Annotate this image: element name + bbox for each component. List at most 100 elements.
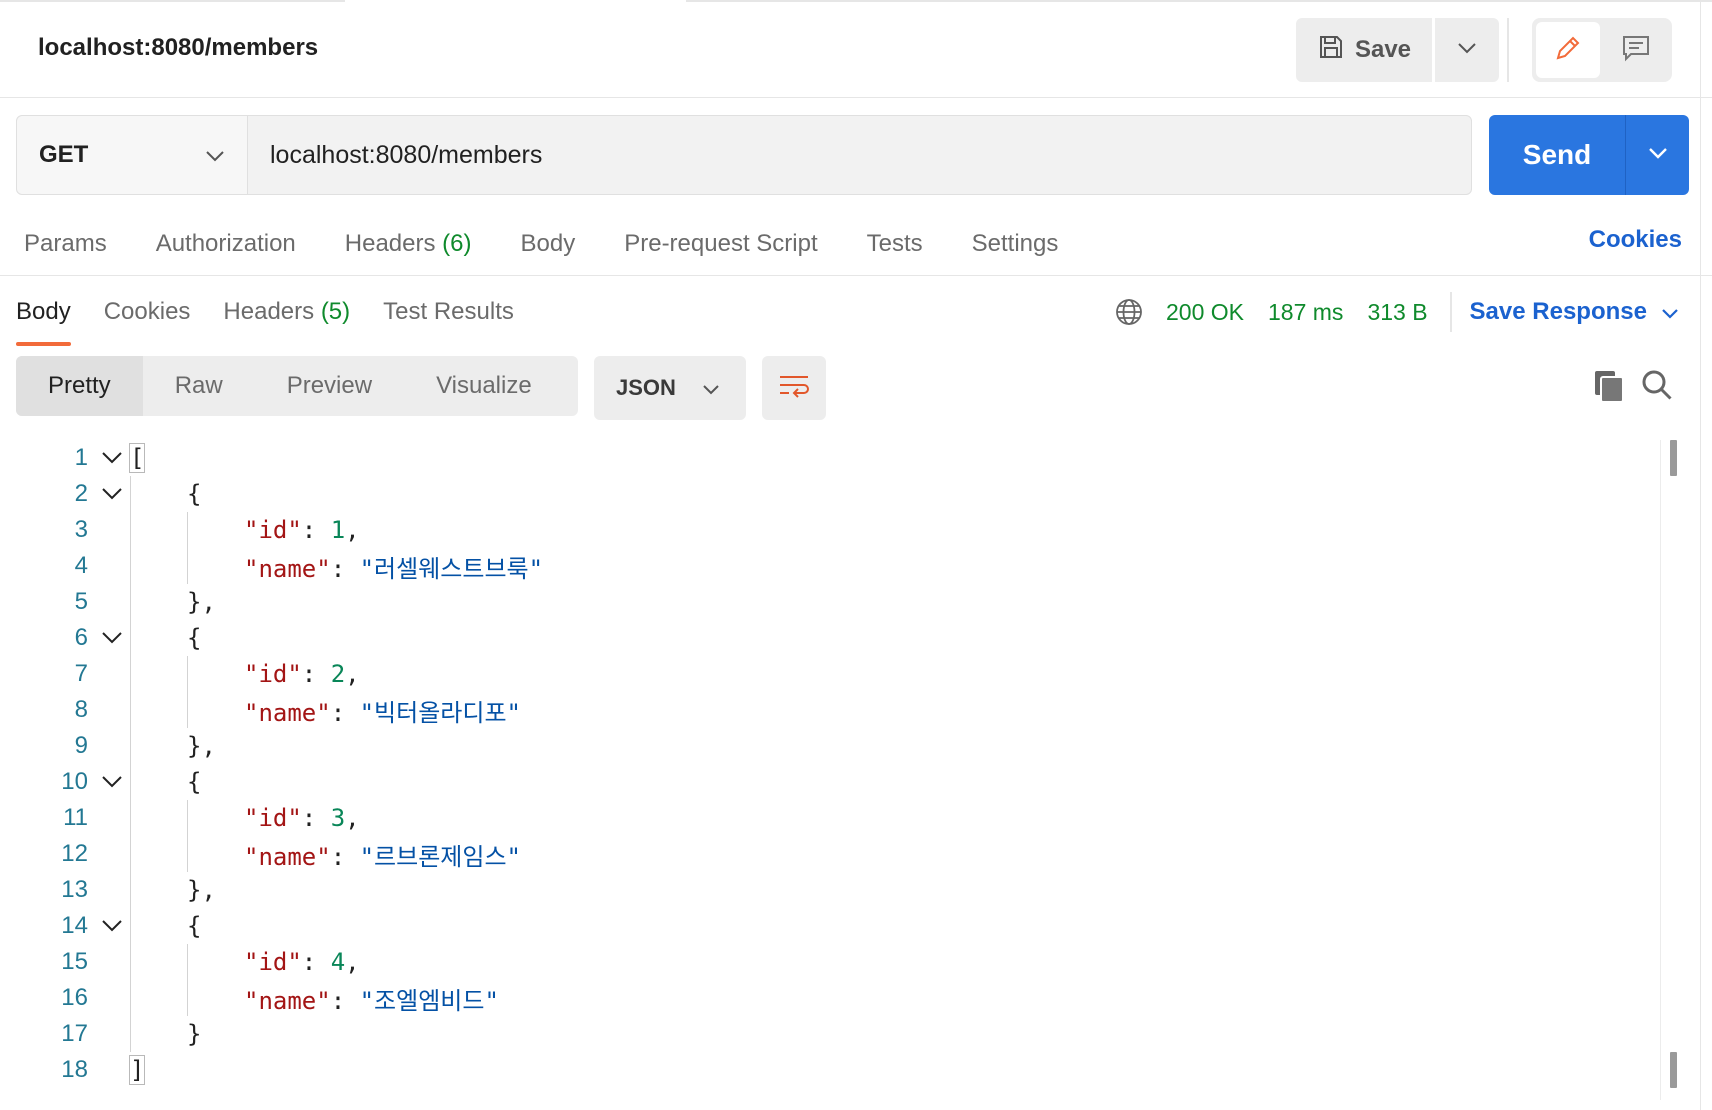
chevron-down-icon [1661,298,1679,326]
tab-params[interactable]: Params [24,230,107,258]
copy-button[interactable] [1592,368,1626,404]
array-bracket: [ [128,443,146,473]
code-text: "id": 3, [244,804,360,832]
json-key: "name" [244,842,331,871]
edit-mode-button[interactable] [1536,22,1600,78]
save-button-label: Save [1354,36,1412,63]
tab-strip-line-right [686,0,1712,2]
tab-pre-request-script[interactable]: Pre-request Script [624,230,817,258]
view-raw-button[interactable]: Raw [143,356,255,416]
view-visualize-button[interactable]: Visualize [404,356,564,416]
code-text: "id": 2, [244,660,360,688]
tab-strip-edge [0,0,1712,3]
meta-divider [1449,292,1452,332]
json-colon: : [301,660,331,688]
code-text: { [187,480,201,508]
chevron-down-icon [1457,41,1477,59]
fold-chevron-icon[interactable] [100,446,124,470]
code-line: 10 { [0,764,1640,800]
tab-headers[interactable]: Headers (6) [345,230,472,258]
save-response-label: Save Response [1469,298,1647,325]
code-text: } [187,1020,201,1048]
tab-authorization[interactable]: Authorization [156,230,296,258]
line-number: 15 [61,948,88,975]
view-pretty-button[interactable]: Pretty [16,356,143,416]
code-line: 2{ [0,476,1640,512]
fold-chevron-icon[interactable] [100,770,124,794]
code-text: }, [187,876,216,904]
wrap-lines-button[interactable] [762,356,826,420]
request-title[interactable]: localhost:8080/members [38,34,318,62]
code-line: 12 "name": "르브론제임스" [0,836,1640,872]
response-tabs: Body Cookies Headers (5) Test Results [16,292,547,346]
response-body-editor[interactable]: 1[2{3 "id": 1, 4 "name": "러셀웨스트브룩" 5}, 6{7 "id… [0,440,1660,1100]
status-code[interactable]: 200 OK [1166,299,1244,326]
tab-label: Params [24,230,107,257]
tab-response-body[interactable]: Body [16,298,71,346]
save-response-button[interactable]: Save Response [1470,298,1679,326]
json-value: "르브론제임스" [359,842,521,871]
comments-button[interactable] [1604,22,1668,78]
json-value: 3 [330,804,346,832]
line-number: 13 [61,876,88,903]
code-line: 15 "id": 4, [0,944,1640,980]
line-number: 12 [61,840,88,867]
code-line: 7 "id": 2, [0,656,1640,692]
json-value: "빅터올라디포" [359,698,521,727]
json-colon: : [301,516,331,544]
code-line: 5}, [0,584,1640,620]
json-value: 4 [330,948,346,976]
pencil-icon [1553,33,1583,68]
json-value: 1 [330,516,346,544]
fold-chevron-icon[interactable] [100,482,124,506]
url-input[interactable]: localhost:8080/members [248,116,1471,194]
line-number: 8 [74,696,88,723]
tab-label: Body [520,230,576,257]
tab-response-headers[interactable]: Headers (5) [223,298,350,326]
response-size[interactable]: 313 B [1367,299,1427,326]
window-edge [1700,0,1701,1110]
tab-response-cookies[interactable]: Cookies [104,298,191,326]
line-number: 1 [74,444,88,471]
code-line: 8 "name": "빅터올라디포" [0,692,1640,728]
chevron-down-icon [205,141,225,169]
code-text: ] [128,1055,146,1085]
tab-label: Authorization [155,230,296,257]
code-text: }, [187,588,216,616]
line-number: 5 [74,588,88,615]
scrollbar-marker-top [1670,440,1677,476]
search-button[interactable] [1640,368,1674,404]
tab-tests[interactable]: Tests [867,230,923,258]
format-select[interactable]: JSON [594,356,746,420]
tab-label: Settings [971,230,1059,257]
response-time[interactable]: 187 ms [1268,299,1343,326]
code-line: 18] [0,1052,1640,1088]
json-key: "id" [244,660,302,688]
tab-settings[interactable]: Settings [972,230,1059,258]
line-number: 11 [63,804,88,831]
wrap-lines-icon [777,372,811,405]
send-button[interactable]: Send [1489,115,1625,195]
cookies-link[interactable]: Cookies [1589,226,1682,254]
fold-chevron-icon[interactable] [100,914,124,938]
object-brace: { [187,480,202,508]
tab-label: Headers [223,298,315,325]
code-text: { [187,912,201,940]
save-button[interactable]: Save [1296,18,1432,82]
editor-scrollbar[interactable] [1660,440,1682,1100]
send-options-button[interactable] [1626,115,1689,195]
fold-chevron-icon[interactable] [100,626,124,650]
section-divider [0,275,1712,276]
json-key: "id" [244,804,302,832]
http-method-select[interactable]: GET [17,116,248,194]
json-value: "조엘엠비드" [359,986,499,1015]
json-key: "id" [244,948,302,976]
tab-body[interactable]: Body [521,230,576,258]
code-text: { [187,624,201,652]
view-mode-toggle: Pretty Raw Preview Visualize [16,356,578,416]
save-options-button[interactable] [1435,18,1499,82]
tab-test-results[interactable]: Test Results [383,298,514,326]
tab-strip-line-left [0,0,345,2]
globe-icon[interactable] [1114,297,1144,327]
view-preview-button[interactable]: Preview [255,356,404,416]
